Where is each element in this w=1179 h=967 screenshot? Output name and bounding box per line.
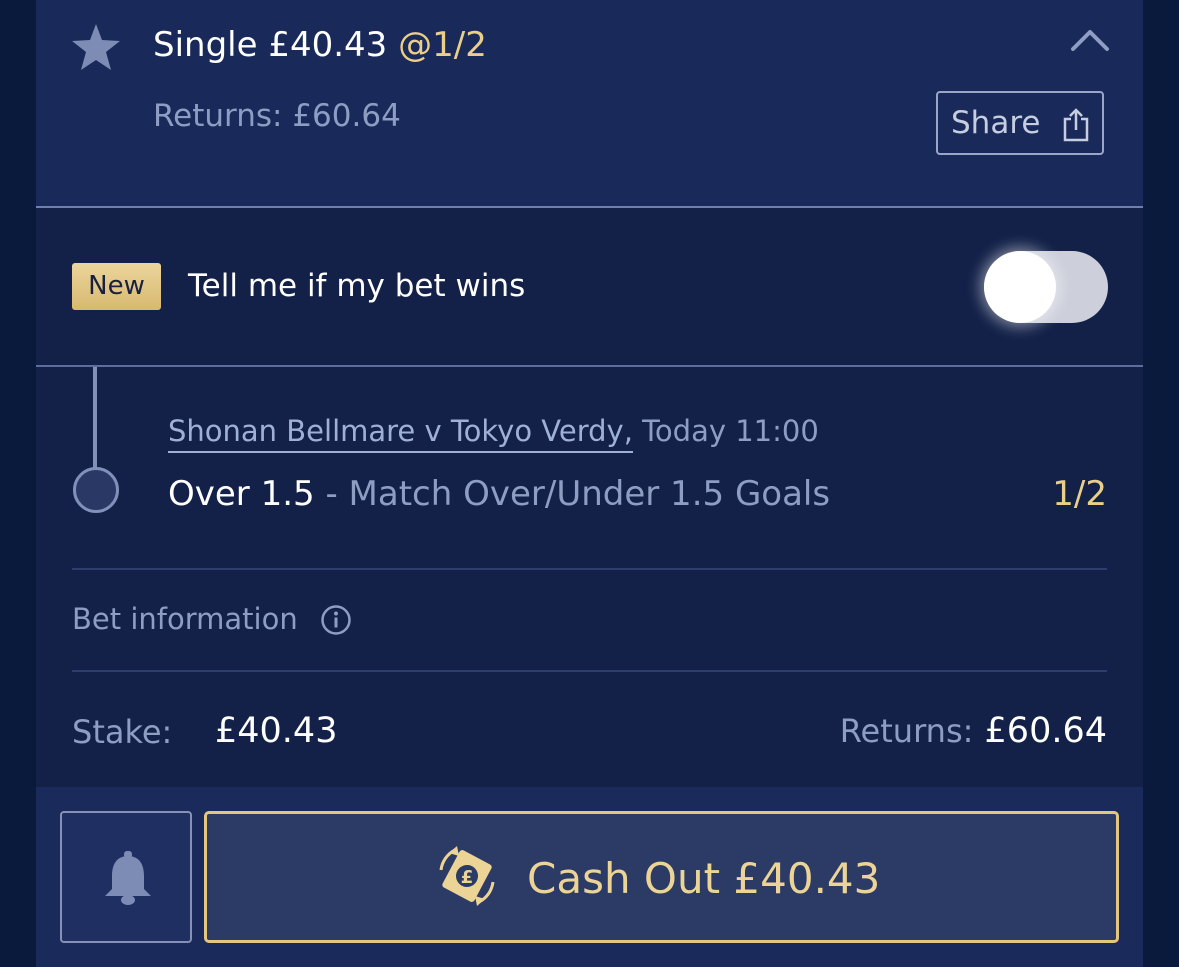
bet-title: Single £40.43 @1/2 (153, 25, 487, 65)
star-icon[interactable] (70, 22, 122, 72)
returns-label: Returns: (839, 712, 974, 750)
returns-value: £60.64 (984, 711, 1107, 751)
match-time: Today 11:00 (632, 414, 819, 448)
match-info: Shonan Bellmare v Tokyo Verdy, Today 11:… (168, 414, 819, 453)
bet-odds: @1/2 (398, 25, 487, 65)
bet-header[interactable]: Single £40.43 @1/2 Returns: £60.64 Share (36, 0, 1143, 206)
bet-footer: £ Cash Out £40.43 (36, 787, 1143, 967)
selection-market: - Match Over/Under 1.5 Goals (314, 474, 831, 514)
bell-icon (105, 851, 151, 905)
share-button[interactable]: Share (936, 91, 1104, 155)
selection-pick: Over 1.5 (168, 474, 315, 514)
divider (72, 670, 1107, 672)
cashout-money-icon: £ (439, 846, 495, 906)
bet-returns: Returns: £60.64 (153, 98, 401, 134)
notify-label: Tell me if my bet wins (188, 268, 526, 304)
share-button-label: Share (951, 105, 1041, 141)
notify-divider (36, 365, 1143, 367)
svg-text:£: £ (461, 867, 474, 888)
returns-summary: Returns: £60.64 (840, 711, 1107, 751)
stake-label: Stake: (72, 713, 173, 751)
selection-line: Over 1.5 - Match Over/Under 1.5 Goals (168, 474, 830, 514)
chevron-up-icon[interactable] (1070, 28, 1110, 52)
divider (72, 568, 1107, 570)
selection-odds: 1/2 (1052, 474, 1107, 514)
stake-value: £40.43 (215, 711, 338, 751)
timeline-dot (73, 467, 119, 513)
share-icon (1063, 108, 1089, 142)
info-icon[interactable] (320, 604, 352, 636)
match-link[interactable]: Shonan Bellmare v Tokyo Verdy, (168, 414, 633, 453)
bet-type-label: Single £40.43 (153, 25, 388, 65)
cash-out-button[interactable]: £ Cash Out £40.43 (204, 811, 1119, 943)
timeline-line (93, 367, 97, 470)
bet-card: Single £40.43 @1/2 Returns: £60.64 Share… (36, 0, 1143, 967)
toggle-knob (984, 251, 1056, 323)
header-divider (36, 206, 1143, 208)
bet-information-label[interactable]: Bet information (72, 602, 298, 636)
bell-button[interactable] (60, 811, 192, 943)
notify-toggle[interactable] (984, 251, 1108, 323)
new-badge: New (72, 263, 161, 310)
cash-out-label: Cash Out £40.43 (527, 854, 881, 903)
